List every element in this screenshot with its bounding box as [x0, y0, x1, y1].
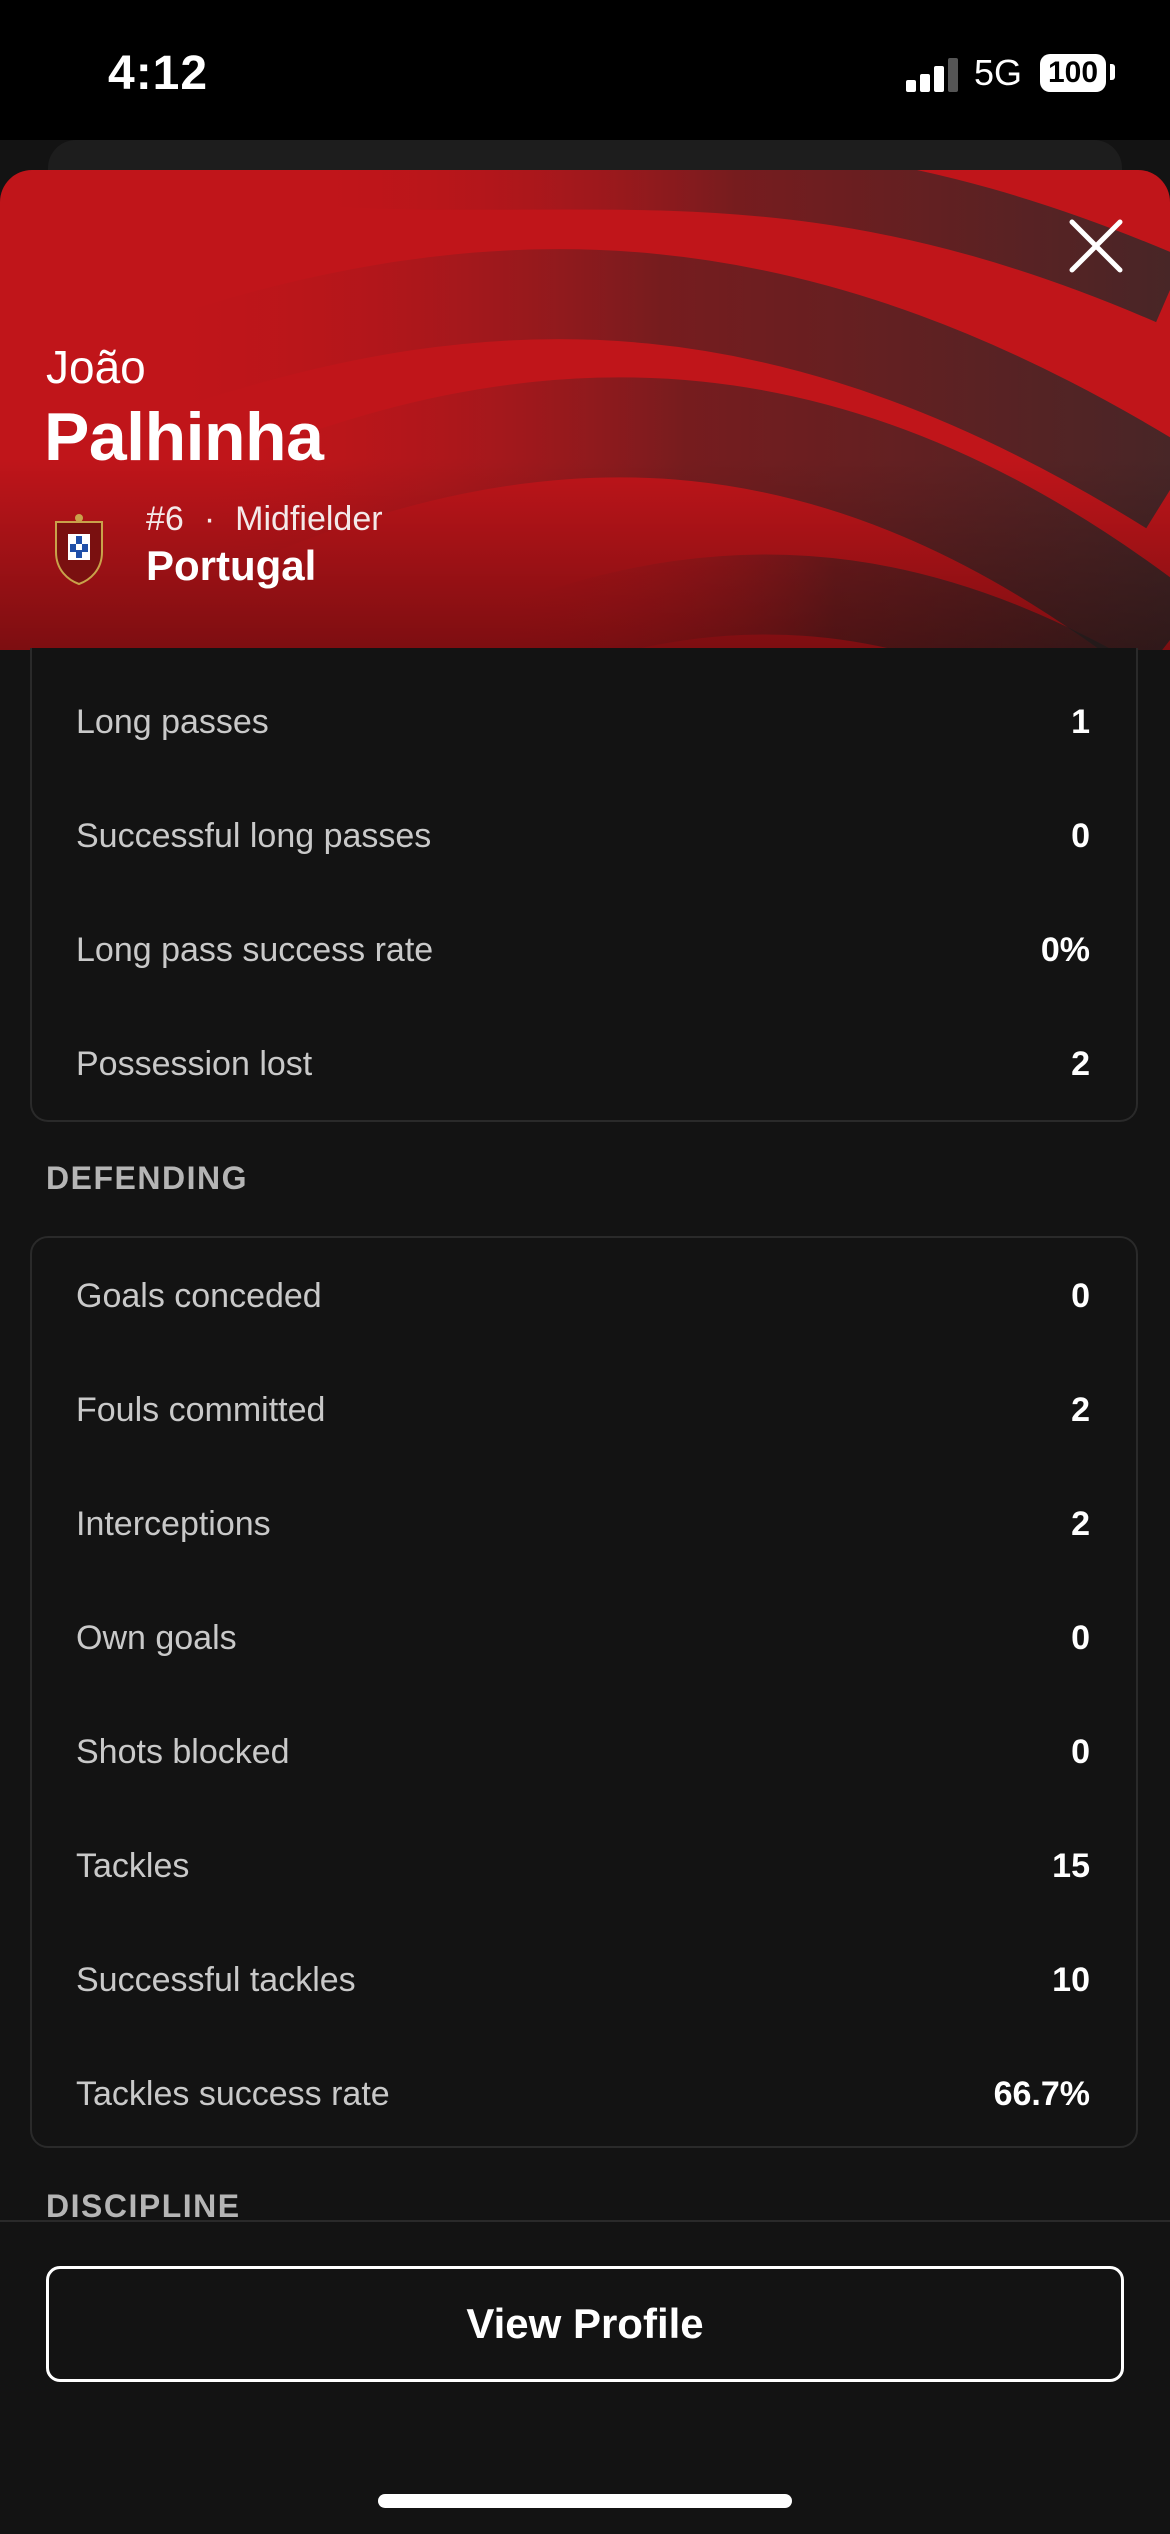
- stat-row: Successful long passes 0: [76, 806, 1090, 866]
- stat-label: Shots blocked: [76, 1732, 290, 1771]
- stat-value: 0%: [1040, 930, 1090, 969]
- stat-label: Long passes: [76, 702, 269, 741]
- network-label: 5G: [974, 52, 1023, 93]
- signal-icon: [906, 56, 960, 92]
- stat-row: Interceptions 2: [76, 1494, 1090, 1554]
- stat-label: Possession lost: [76, 1044, 313, 1083]
- stat-label: Fouls committed: [76, 1390, 326, 1429]
- player-team: Portugal: [146, 542, 317, 589]
- player-meta: #6 · Midfielder: [146, 500, 383, 539]
- home-indicator[interactable]: [378, 2494, 792, 2508]
- stat-label: Tackles: [76, 1846, 190, 1885]
- separator-dot: ·: [203, 500, 216, 538]
- portugal-crest-icon: [55, 514, 103, 586]
- stat-label: Tackles success rate: [76, 2074, 390, 2113]
- battery-icon: 100: [1040, 54, 1106, 92]
- stat-label: Goals conceded: [76, 1276, 322, 1315]
- stat-value: 10: [1052, 1960, 1090, 1999]
- stat-value: 2: [1071, 1044, 1090, 1083]
- stat-row: Tackles success rate 66.7%: [76, 2064, 1090, 2124]
- status-bar: 4:12 5G 100: [0, 0, 1170, 140]
- stat-label: Own goals: [76, 1618, 237, 1657]
- stat-row: Shots blocked 0: [76, 1722, 1090, 1782]
- stat-row: Long pass success rate 0%: [76, 920, 1090, 980]
- stat-value: 15: [1052, 1846, 1090, 1885]
- stat-label: Long pass success rate: [76, 930, 434, 969]
- stat-value: 2: [1071, 1390, 1090, 1429]
- player-position: Midfielder: [235, 500, 383, 538]
- stat-value: 66.7%: [993, 2074, 1090, 2113]
- stat-row: Goals conceded 0: [76, 1266, 1090, 1326]
- defending-stats-card: Goals conceded 0 Fouls committed 2 Inter…: [30, 1236, 1138, 2148]
- stat-label: Successful long passes: [76, 816, 432, 855]
- player-first-name: João: [46, 341, 146, 393]
- stat-label: Interceptions: [76, 1504, 271, 1543]
- stat-row: Long passes 1: [76, 692, 1090, 752]
- stat-row: Fouls committed 2: [76, 1380, 1090, 1440]
- stat-row: Possession lost 2: [76, 1034, 1090, 1094]
- stat-row: Tackles 15: [76, 1836, 1090, 1896]
- stat-value: 2: [1071, 1504, 1090, 1543]
- stat-value: 0: [1071, 1618, 1090, 1657]
- section-title-defending: DEFENDING: [46, 1160, 248, 1196]
- stat-value: 0: [1071, 1276, 1090, 1315]
- status-time: 4:12: [108, 47, 209, 100]
- passing-stats-card: Long passes 1 Successful long passes 0 L…: [30, 648, 1138, 1122]
- stat-value: 1: [1071, 702, 1090, 741]
- player-number: #6: [146, 500, 184, 538]
- view-profile-button[interactable]: View Profile: [46, 2266, 1124, 2382]
- stat-value: 0: [1071, 1732, 1090, 1771]
- stat-label: Successful tackles: [76, 1960, 356, 1999]
- battery-tip: [1110, 64, 1115, 80]
- stat-value: 0: [1071, 816, 1090, 855]
- close-icon[interactable]: [1064, 214, 1128, 278]
- stat-row: Successful tackles 10: [76, 1950, 1090, 2010]
- stat-row: Own goals 0: [76, 1608, 1090, 1668]
- player-last-name: Palhinha: [44, 399, 324, 475]
